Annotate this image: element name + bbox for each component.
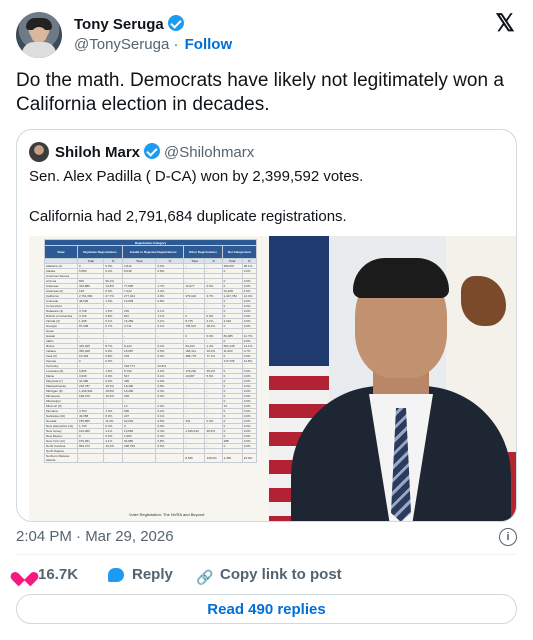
quoted-avatar [29, 142, 49, 162]
table-cell: 1,450 [221, 453, 243, 463]
quoted-name-row: Shiloh Marx @Shilohmarx [55, 143, 254, 161]
like-count: 16.7K [38, 566, 79, 583]
table-header-cell: Other Registrations [183, 245, 223, 259]
reply-bubble-icon [108, 568, 124, 582]
action-bar: 16.7K Reply 🔗 Copy link to post [16, 564, 517, 586]
copy-link-button[interactable]: 🔗 Copy link to post [196, 564, 342, 586]
copy-link-label: Copy link to post [220, 566, 342, 583]
table-cell: - [155, 453, 185, 463]
tweet-header: Tony Seruga @TonySeruga · Follow 𝕏 [16, 12, 517, 60]
reply-button[interactable]: Reply [108, 564, 173, 586]
tweet-card: Tony Seruga @TonySeruga · Follow 𝕏 Do th… [0, 0, 533, 640]
reply-label: Reply [132, 566, 173, 583]
table-cell: 136.0% [204, 453, 223, 463]
registration-table: Registration Category State Duplicate Regi… [44, 239, 258, 463]
tweet-timestamp[interactable]: 2:04 PM · Mar 29, 2026 [16, 528, 174, 545]
table-cell: Northern Mariana Islands [44, 453, 78, 463]
heart-icon [16, 566, 32, 582]
author-name-row[interactable]: Tony Seruga [74, 15, 184, 33]
table-cell: 8,546 [183, 453, 206, 463]
separator: · [173, 36, 179, 53]
author-avatar[interactable] [16, 12, 62, 58]
x-logo-icon[interactable]: 𝕏 [493, 12, 517, 36]
california-bear-icon [461, 276, 506, 326]
quoted-name: Shiloh Marx [55, 144, 141, 161]
table-cell: New Hampshire (11) [44, 423, 78, 429]
avatar-body [22, 42, 56, 58]
verified-badge-icon [167, 15, 184, 31]
follow-button[interactable]: Follow [185, 36, 233, 53]
author-handle[interactable]: @TonySeruga [74, 36, 169, 53]
verified-badge-icon [144, 143, 161, 159]
tweet-text: Do the math. Democrats have likely not l… [16, 70, 504, 115]
quoted-text: Sen. Alex Padilla ( D-CA) won by 2,399,5… [29, 168, 364, 225]
table-cell: 23.0% [241, 453, 258, 463]
table-cell: - [122, 453, 157, 463]
quoted-header: Shiloh Marx @Shilohmarx [29, 142, 499, 164]
us-flag-canton [269, 236, 329, 366]
table-header-cell: Not Categorized [221, 245, 258, 259]
quoted-tweet[interactable]: Shiloh Marx @Shilohmarx Sen. Alex Padilla… [16, 129, 517, 522]
registration-table-image[interactable]: Registration Category State Duplicate Regi… [29, 236, 269, 521]
info-icon[interactable]: i [499, 528, 517, 546]
divider [16, 554, 517, 555]
table-row: Northern Mariana Islands - - - -8,546 136.0% 1… [44, 453, 258, 463]
table-header-cell: Duplicate Registrations [76, 245, 124, 259]
read-replies-button[interactable]: Read 490 replies [16, 594, 517, 624]
quoted-media: Registration Category State Duplicate Regi… [17, 236, 516, 521]
table-header-cell: Invalid or Rejected Registrations [122, 245, 185, 259]
table-header-row: State Duplicate Registrations Invalid or R… [44, 245, 258, 259]
author-handle-row: @TonySeruga · Follow [74, 36, 232, 53]
table-footer: Voter Registration: The NVRA and Beyond [129, 512, 205, 517]
link-icon: 🔗 [196, 569, 214, 585]
table-cell: - [103, 453, 124, 463]
table-cell: - [76, 453, 105, 463]
hair [353, 258, 449, 298]
avatar-face [31, 27, 47, 43]
table-header-cell: State [44, 245, 78, 259]
author-name[interactable]: Tony Seruga [74, 16, 164, 33]
like-button[interactable]: 16.7K [16, 564, 78, 586]
senator-photo[interactable] [269, 236, 516, 521]
quoted-handle: @Shilohmarx [164, 144, 255, 161]
